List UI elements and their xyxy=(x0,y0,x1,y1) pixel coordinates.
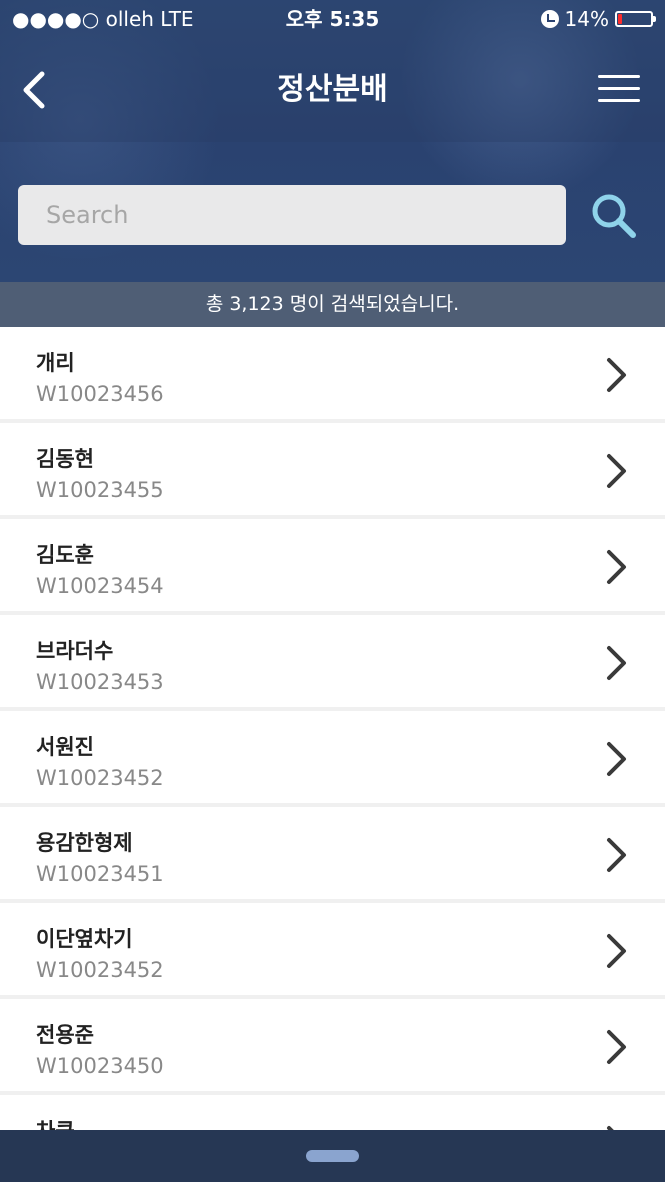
list-item[interactable]: 개리 W10023456 xyxy=(0,327,665,419)
member-name: 김동현 xyxy=(36,447,94,471)
member-name: 전용준 xyxy=(36,1023,94,1047)
list-item[interactable]: 용감한형제 W10023451 xyxy=(0,807,665,899)
chevron-right-icon xyxy=(607,550,626,584)
chevron-right-icon xyxy=(607,646,626,680)
chevron-right-icon xyxy=(607,358,626,392)
back-button[interactable] xyxy=(14,68,58,112)
list-item[interactable]: 서원진 W10023452 xyxy=(0,711,665,803)
list-item[interactable]: 이단옆차기 W10023452 xyxy=(0,903,665,995)
member-code: W10023452 xyxy=(36,958,164,982)
member-name: 이단옆차기 xyxy=(36,927,133,951)
chevron-right-icon xyxy=(607,934,626,968)
member-name: 서원진 xyxy=(36,735,94,759)
member-code: W10023454 xyxy=(36,574,164,598)
menu-button[interactable] xyxy=(598,75,640,105)
search-input[interactable] xyxy=(18,185,566,245)
chevron-right-icon xyxy=(607,1030,626,1064)
bottom-bar xyxy=(0,1130,665,1182)
hamburger-line xyxy=(598,99,640,102)
hamburger-line xyxy=(598,87,640,90)
member-code: W10023452 xyxy=(36,766,164,790)
battery-level xyxy=(618,14,622,24)
member-code: W10023456 xyxy=(36,382,164,406)
result-count: 총 3,123 명이 검색되었습니다. xyxy=(0,282,665,327)
chevron-right-icon xyxy=(607,454,626,488)
battery-percent: 14% xyxy=(564,7,609,31)
header: ●●●●○ olleh LTE 오후 5:35 14% 정산분배 xyxy=(0,0,665,282)
list-item[interactable]: 김도훈 W10023454 xyxy=(0,519,665,611)
chevron-left-icon xyxy=(23,71,45,109)
member-code: W10023453 xyxy=(36,670,164,694)
list-item[interactable]: 차쿤 xyxy=(0,1095,665,1130)
status-right: 14% xyxy=(540,6,656,32)
member-name: 차쿤 xyxy=(36,1115,75,1130)
member-code: W10023455 xyxy=(36,478,164,502)
chevron-right-icon xyxy=(607,1126,614,1130)
search-button[interactable] xyxy=(588,190,640,242)
member-name: 브라더수 xyxy=(36,639,114,663)
member-name: 개리 xyxy=(36,351,75,375)
member-name: 김도훈 xyxy=(36,543,94,567)
list-item[interactable]: 브라더수 W10023453 xyxy=(0,615,665,707)
member-name: 용감한형제 xyxy=(36,831,133,855)
member-list: 개리 W10023456 김동현 W10023455 김도훈 W10023454 브라더수 W… xyxy=(0,327,665,1130)
search-icon xyxy=(592,194,636,238)
member-code: W10023450 xyxy=(36,1054,164,1078)
battery-icon xyxy=(615,11,656,27)
chevron-right-icon xyxy=(607,742,626,776)
list-item[interactable]: 전용준 W10023450 xyxy=(0,999,665,1091)
list-item[interactable]: 김동현 W10023455 xyxy=(0,423,665,515)
member-code: W10023451 xyxy=(36,862,164,886)
alarm-icon xyxy=(540,10,559,28)
hamburger-menu-icon xyxy=(598,75,640,78)
chevron-right-icon xyxy=(607,838,626,872)
drag-handle[interactable] xyxy=(306,1150,359,1162)
